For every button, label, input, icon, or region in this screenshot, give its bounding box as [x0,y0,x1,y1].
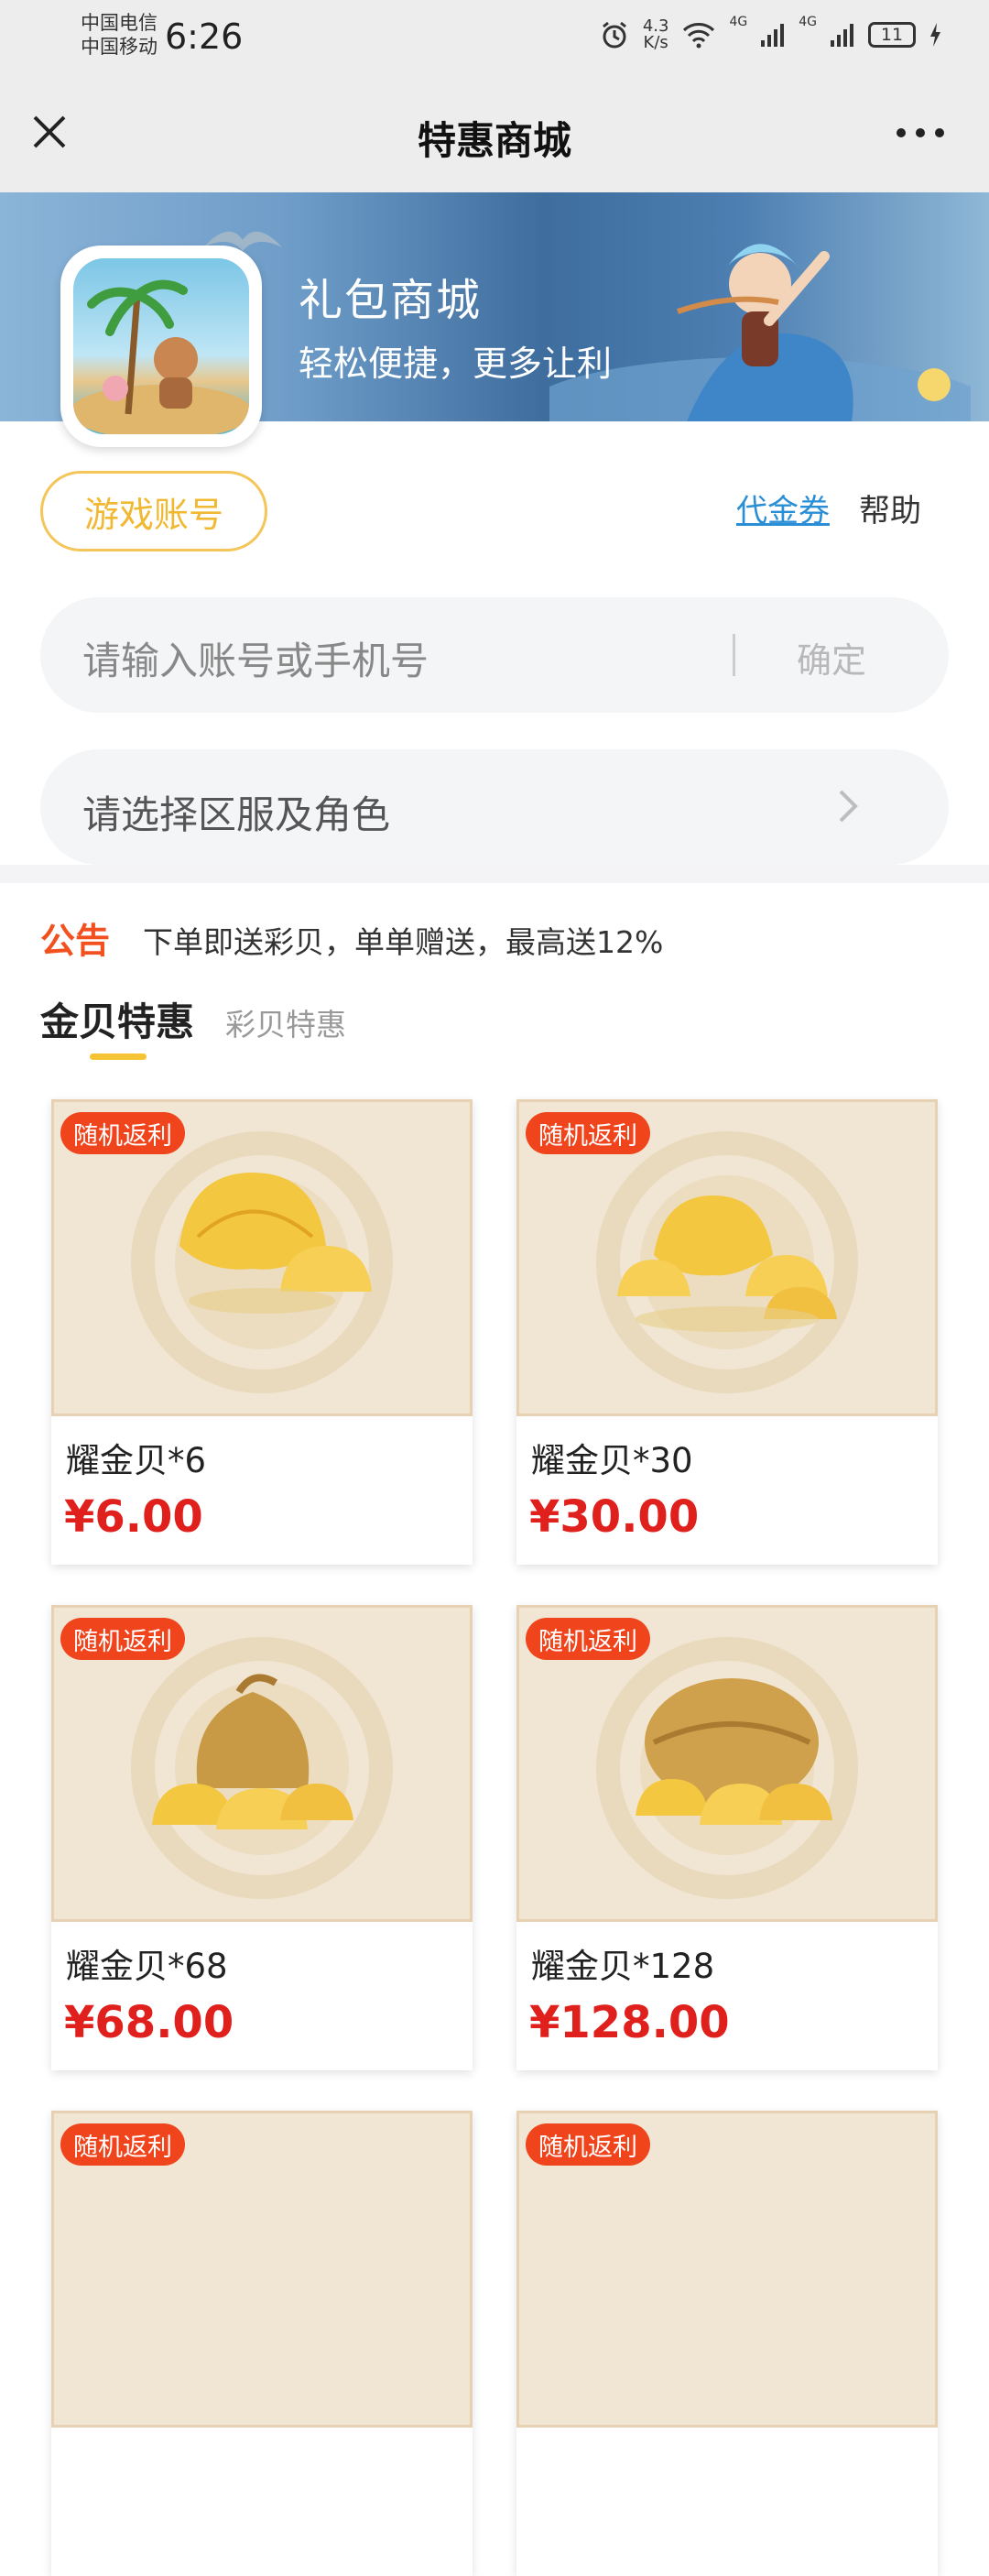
product-price: ¥6.00 [64,1491,203,1543]
carrier-labels: 中国电信 中国移动 [81,11,158,59]
signal-2-label: 4G [799,15,817,29]
banner-title: 礼包商城 [299,275,483,326]
title-bar: 特惠商城 [0,73,989,192]
product-name: 耀金贝*68 [66,1947,228,1986]
product-card-6[interactable]: 随机返利 [516,2111,938,2576]
chevron-right-icon[interactable] [828,786,868,826]
wifi-icon [683,23,715,49]
alarm-icon [602,21,626,49]
game-app-icon [60,246,262,447]
net-speed-unit: K/s [643,33,668,52]
rebate-badge: 随机返利 [526,2123,650,2166]
account-input-placeholder[interactable]: 请输入账号或手机号 [82,630,429,686]
active-tab-indicator [90,1053,147,1060]
battery-icon: 11 [868,22,916,48]
product-name: 耀金贝*128 [531,1947,715,1986]
product-card-1[interactable]: 随机返利 耀金贝*6 ¥6.00 [51,1099,473,1565]
help-link[interactable]: 帮助 [859,486,921,530]
product-price: ¥128.00 [529,1997,730,2048]
rebate-badge: 随机返利 [60,1112,185,1154]
product-card-3[interactable]: 随机返利 耀金贝*68 ¥68.00 [51,1605,473,2070]
banner-subtitle: 轻松便捷，更多让利 [299,344,613,384]
rebate-badge: 随机返利 [526,1112,650,1154]
product-card-4[interactable]: 随机返利 耀金贝*128 ¥128.00 [516,1605,938,2070]
product-image: 随机返利 [516,1605,938,1922]
rebate-badge: 随机返利 [60,2123,185,2166]
notice-text: 下单即送彩贝，单单赠送，最高送12% [143,924,664,960]
product-card-2[interactable]: 随机返利 耀金贝*30 ¥30.00 [516,1099,938,1565]
signal-2-icon [831,24,853,47]
product-image: 随机返利 [51,2111,473,2428]
product-name: 耀金贝*6 [66,1441,207,1480]
voucher-link[interactable]: 代金券 [736,486,830,530]
banner-character-art [549,244,971,421]
carrier-1: 中国电信 [81,12,158,34]
product-image: 随机返利 [51,1605,473,1922]
product-image: 随机返利 [516,1099,938,1416]
product-image: 随机返利 [516,2111,938,2428]
product-price: ¥30.00 [529,1491,700,1543]
rebate-badge: 随机返利 [60,1618,185,1660]
tab-color-shell[interactable]: 彩贝特惠 [225,1000,346,1044]
confirm-button[interactable]: 确定 [797,632,866,682]
game-account-button[interactable]: 游戏账号 [40,471,267,551]
product-price: ¥68.00 [64,1997,234,2048]
notice-label: 公告 [40,921,111,961]
product-name: 耀金贝*30 [531,1441,693,1480]
charging-icon [930,23,940,47]
rebate-badge: 随机返利 [526,1618,650,1660]
signal-1-label: 4G [729,15,748,29]
input-divider [733,634,735,676]
tab-gold-shell[interactable]: 金贝特惠 [40,991,194,1047]
net-speed: 4.3 K/s [643,18,669,51]
battery-level: 11 [880,25,904,45]
page-title: 特惠商城 [417,118,571,163]
status-bar: 中国电信 中国移动 6:26 4.3 K/s 4G 4G 11 [0,0,989,73]
signal-1-icon [761,24,785,47]
island-character-art [73,279,249,434]
product-image: 随机返利 [51,1099,473,1416]
product-card-5[interactable]: 随机返利 [51,2111,473,2576]
carrier-2: 中国移动 [81,36,158,58]
clock: 6:26 [165,16,244,57]
status-icons: 4.3 K/s 4G 4G 11 [599,15,941,55]
server-role-placeholder[interactable]: 请选择区服及角色 [82,784,390,840]
section-divider [0,865,989,883]
more-icon[interactable] [896,126,945,139]
